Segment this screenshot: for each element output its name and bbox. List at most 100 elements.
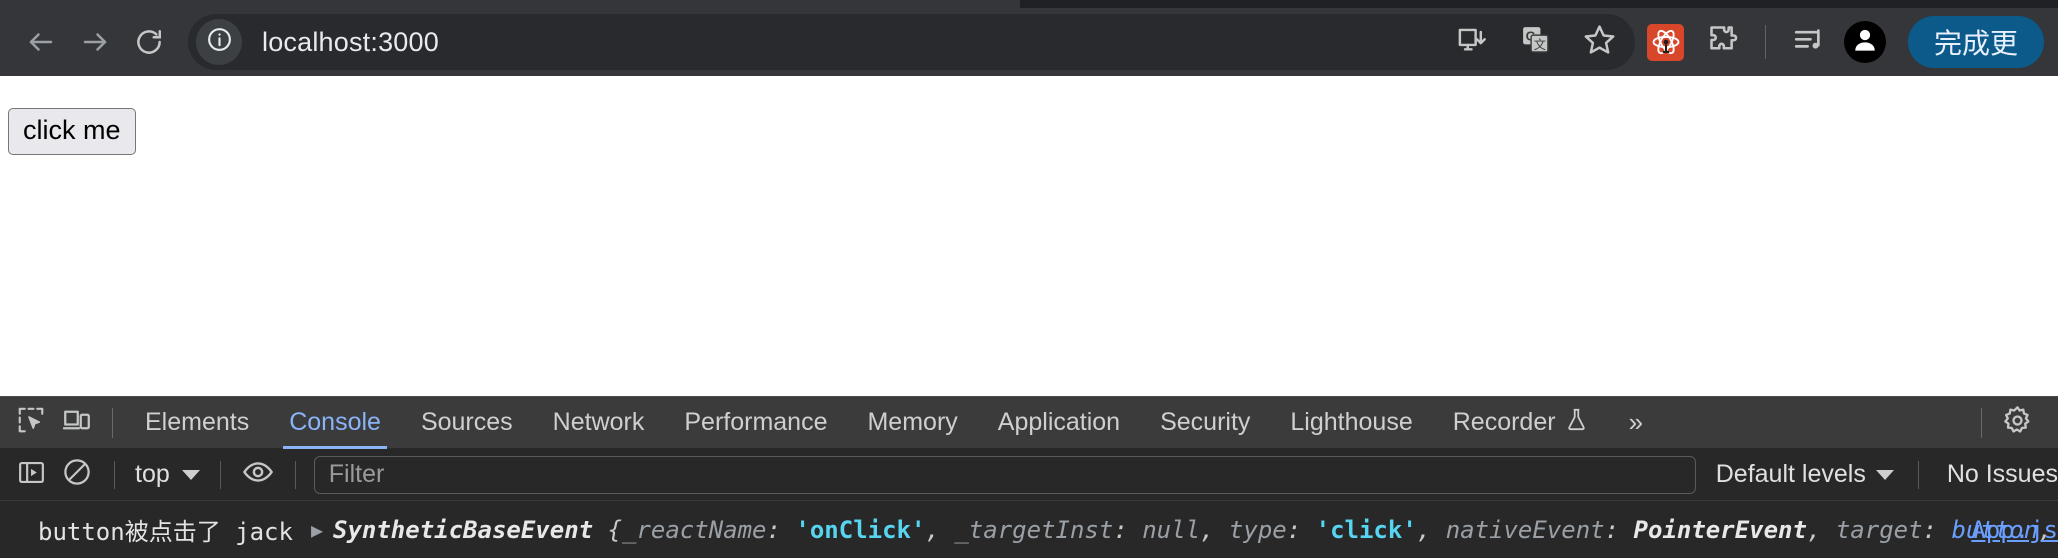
bookmark-star-icon: [1583, 23, 1616, 61]
page-viewport: click me: [0, 76, 2058, 396]
tab-label: Elements: [145, 408, 250, 436]
live-expression-icon: [242, 456, 274, 493]
object-value: null: [1142, 515, 1201, 544]
click-me-button[interactable]: click me: [8, 108, 136, 155]
console-toolbar-divider-2: [219, 460, 221, 489]
browser-window: localhost:3000 文 完成更 click me Elements C…: [0, 0, 2058, 558]
tab-label: Network: [552, 408, 645, 436]
console-log-row[interactable]: button被点击了 jack ▶ SyntheticBaseEvent {_r…: [0, 501, 2058, 558]
media-control-button[interactable]: [1788, 21, 1830, 63]
device-toolbar-icon: [62, 405, 92, 440]
translate-button[interactable]: G 文: [1515, 21, 1557, 63]
react-devtools-icon: [1647, 23, 1685, 61]
omnibox-actions: G 文: [1451, 21, 1635, 63]
object-open-brace: {: [607, 515, 622, 544]
finish-update-button[interactable]: 完成更: [1907, 16, 2044, 68]
info-circle-icon: [206, 26, 233, 58]
object-constructor-name: SyntheticBaseEvent: [333, 515, 594, 544]
extensions-puzzle-icon: [1705, 23, 1739, 62]
bookmark-button[interactable]: [1579, 21, 1621, 63]
devtools-settings-divider: [1981, 407, 1982, 438]
svg-text:文: 文: [1534, 37, 1546, 52]
expand-object-arrow-icon[interactable]: ▶: [311, 518, 323, 542]
extensions-button[interactable]: [1701, 21, 1743, 63]
console-sidebar-toggle-button[interactable]: [8, 452, 54, 498]
browser-chrome: localhost:3000 文 完成更: [0, 0, 2058, 76]
object-key: _reactName: [622, 515, 767, 544]
tab-console[interactable]: Console: [269, 397, 401, 449]
show-console-sidebar-icon: [17, 458, 46, 492]
reload-icon: [134, 27, 164, 57]
more-tabs-button[interactable]: »: [1609, 407, 1663, 438]
execution-context-label: top: [135, 460, 170, 488]
react-devtools-extension-button[interactable]: [1645, 21, 1687, 63]
install-app-icon: [1456, 24, 1487, 60]
execution-context-selector[interactable]: top: [129, 460, 206, 489]
log-levels-label: Default levels: [1715, 460, 1866, 488]
console-messages-area: button被点击了 jack ▶ SyntheticBaseEvent {_r…: [0, 501, 2058, 558]
console-toolbar-divider-1: [114, 460, 115, 489]
tab-label: Lighthouse: [1290, 408, 1413, 436]
tab-security[interactable]: Security: [1140, 397, 1270, 449]
site-info-button[interactable]: [196, 19, 242, 65]
settings-gear-icon: [2002, 405, 2033, 441]
devtools-panel: Elements Console Sources Network Perform…: [0, 396, 2058, 558]
back-button[interactable]: [14, 15, 68, 69]
devtools-tabbar-right: [1969, 400, 2058, 446]
live-expression-button[interactable]: [235, 452, 281, 498]
object-key: _targetInst: [954, 515, 1114, 544]
object-key: target: [1835, 515, 1923, 544]
profile-avatar-button[interactable]: [1843, 21, 1886, 63]
tab-lighthouse[interactable]: Lighthouse: [1270, 397, 1432, 449]
console-toolbar-divider-3: [294, 460, 296, 489]
tab-label: Sources: [420, 408, 513, 436]
tab-elements[interactable]: Elements: [125, 397, 269, 449]
install-app-button[interactable]: [1451, 21, 1493, 63]
console-log-levels-selector[interactable]: Default levels: [1706, 460, 1904, 489]
tab-performance[interactable]: Performance: [664, 397, 847, 449]
arrow-right-icon: [80, 27, 110, 57]
clear-console-icon: [62, 457, 92, 492]
tab-application[interactable]: Application: [978, 397, 1140, 449]
devtools-settings-button[interactable]: [1994, 400, 2040, 446]
tab-network[interactable]: Network: [533, 397, 665, 449]
toolbar-right-actions: 完成更: [1645, 16, 2044, 68]
console-log-message: button被点击了 jack: [38, 518, 293, 546]
tab-strip-filler: [1348, 0, 1678, 8]
address-bar[interactable]: localhost:3000 文: [188, 14, 1635, 70]
reload-button[interactable]: [122, 15, 176, 69]
clear-console-button[interactable]: [54, 452, 100, 498]
object-key: type: [1228, 515, 1287, 544]
object-key: nativeEvent: [1445, 515, 1605, 544]
tab-label: Recorder: [1452, 408, 1556, 436]
tab-label: Security: [1160, 408, 1251, 436]
tab-sources[interactable]: Sources: [401, 397, 533, 449]
inspect-element-button[interactable]: [8, 400, 54, 446]
chevron-down-icon: [181, 469, 200, 480]
console-log-source-link[interactable]: App.js: [1971, 516, 2058, 544]
translate-icon: G 文: [1520, 24, 1551, 60]
tab-strip-edge: [0, 0, 2058, 8]
tab-label: Application: [997, 408, 1121, 436]
active-tab-shape: [0, 0, 1020, 8]
tab-label: Performance: [684, 408, 828, 436]
devtools-tab-bar: Elements Console Sources Network Perform…: [0, 397, 2058, 449]
forward-button[interactable]: [68, 15, 122, 69]
media-control-icon: [1792, 23, 1826, 62]
object-value: PointerEvent: [1633, 515, 1807, 544]
tab-label: Memory: [867, 408, 958, 436]
console-filter-input[interactable]: [313, 455, 1696, 494]
issues-counter[interactable]: No Issues: [1933, 460, 2058, 489]
devtools-tabbar-divider: [112, 407, 113, 438]
object-value: 'click': [1315, 515, 1417, 544]
toolbar-divider: [1764, 25, 1766, 59]
object-value: 'onClick': [795, 515, 926, 544]
tab-recorder[interactable]: Recorder: [1433, 397, 1609, 449]
avatar: [1850, 25, 1880, 60]
device-toolbar-button[interactable]: [54, 400, 100, 446]
inspect-element-icon: [16, 405, 46, 440]
tab-memory[interactable]: Memory: [847, 397, 977, 449]
browser-toolbar: localhost:3000 文 完成更: [0, 8, 2058, 76]
arrow-left-icon: [26, 27, 56, 57]
url-text: localhost:3000: [262, 26, 439, 57]
